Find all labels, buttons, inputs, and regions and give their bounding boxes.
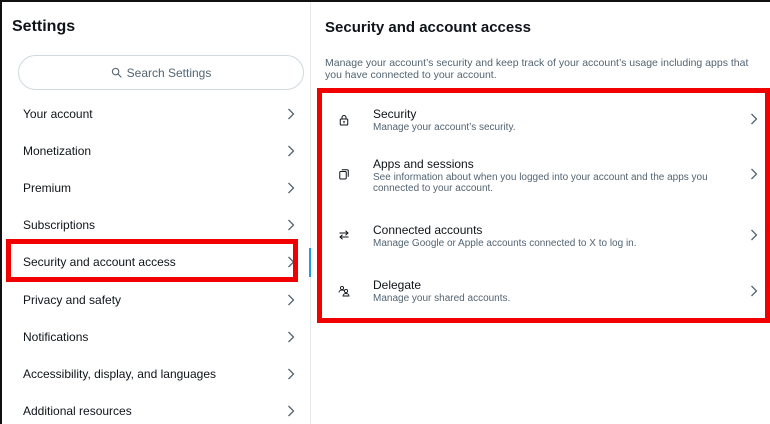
chevron-right-icon (288, 331, 295, 343)
chevron-right-icon (288, 405, 295, 417)
options-list: Security Manage your account’s security.… (320, 92, 770, 321)
chevron-right-icon (751, 113, 758, 125)
active-indicator (309, 247, 311, 277)
sidebar-item-label: Additional resources (23, 404, 132, 419)
option-description: Manage Google or Apple accounts connecte… (373, 238, 637, 249)
sidebar-item-premium[interactable]: Premium (2, 169, 311, 206)
sidebar-item-label: Subscriptions (23, 218, 96, 233)
settings-sidebar: Settings Search Settings Your account Mo… (2, 2, 311, 424)
lock-icon (339, 115, 349, 126)
apps-icon (339, 169, 349, 180)
option-title: Apps and sessions (373, 157, 474, 171)
sidebar-item-label: Monetization (23, 143, 92, 158)
chevron-right-icon (751, 285, 758, 297)
option-description: See information about when you logged in… (373, 172, 708, 194)
people-icon (338, 285, 350, 297)
option-apps-and-sessions[interactable]: Apps and sessions See information about … (320, 147, 770, 209)
option-delegate[interactable]: Delegate Manage your shared accounts. (320, 265, 770, 321)
sidebar-item-additional-resources[interactable]: Additional resources (2, 393, 311, 424)
sidebar-item-label: Notifications (23, 329, 89, 344)
chevron-right-icon (288, 108, 295, 120)
sidebar-item-privacy-and-safety[interactable]: Privacy and safety (2, 281, 311, 318)
option-title: Security (373, 107, 417, 121)
detail-panel: Security and account access Manage your … (312, 2, 770, 424)
arrows-swap-icon (339, 230, 349, 240)
option-title: Connected accounts (373, 223, 483, 237)
settings-menu: Your account Monetization Premium Subscr… (2, 95, 311, 424)
sidebar-item-accessibility[interactable]: Accessibility, display, and languages (2, 355, 311, 392)
sidebar-title: Settings (12, 18, 76, 35)
chevron-right-icon (288, 182, 295, 194)
chevron-right-icon (288, 145, 295, 157)
chevron-right-icon (751, 229, 758, 241)
sidebar-item-subscriptions[interactable]: Subscriptions (2, 207, 311, 244)
search-placeholder: Search Settings (126, 65, 212, 80)
page-title: Security and account access (325, 19, 531, 36)
search-input[interactable]: Search Settings (18, 55, 304, 90)
sidebar-item-monetization[interactable]: Monetization (2, 132, 311, 169)
sidebar-item-label: Your account (23, 106, 93, 121)
chevron-right-icon (288, 294, 295, 305)
sidebar-item-label: Security and account access (23, 255, 176, 270)
sidebar-item-label: Privacy and safety (23, 292, 122, 307)
option-connected-accounts[interactable]: Connected accounts Manage Google or Appl… (320, 209, 770, 265)
search-icon (111, 67, 122, 78)
sidebar-item-label: Accessibility, display, and languages (23, 366, 216, 381)
chevron-right-icon (751, 168, 758, 180)
sidebar-item-your-account[interactable]: Your account (2, 95, 311, 132)
chevron-right-icon (288, 368, 295, 380)
sidebar-item-notifications[interactable]: Notifications (2, 318, 311, 355)
option-description: Manage your shared accounts. (373, 293, 511, 304)
page-description: Manage your account’s security and keep … (325, 57, 749, 81)
chevron-right-icon (288, 219, 295, 231)
option-title: Delegate (373, 278, 422, 292)
option-security[interactable]: Security Manage your account’s security. (320, 92, 770, 147)
chevron-right-icon (288, 256, 295, 268)
option-description: Manage your account’s security. (373, 122, 516, 133)
sidebar-item-security-and-account-access[interactable]: Security and account access (2, 244, 311, 281)
sidebar-item-label: Premium (23, 180, 72, 195)
